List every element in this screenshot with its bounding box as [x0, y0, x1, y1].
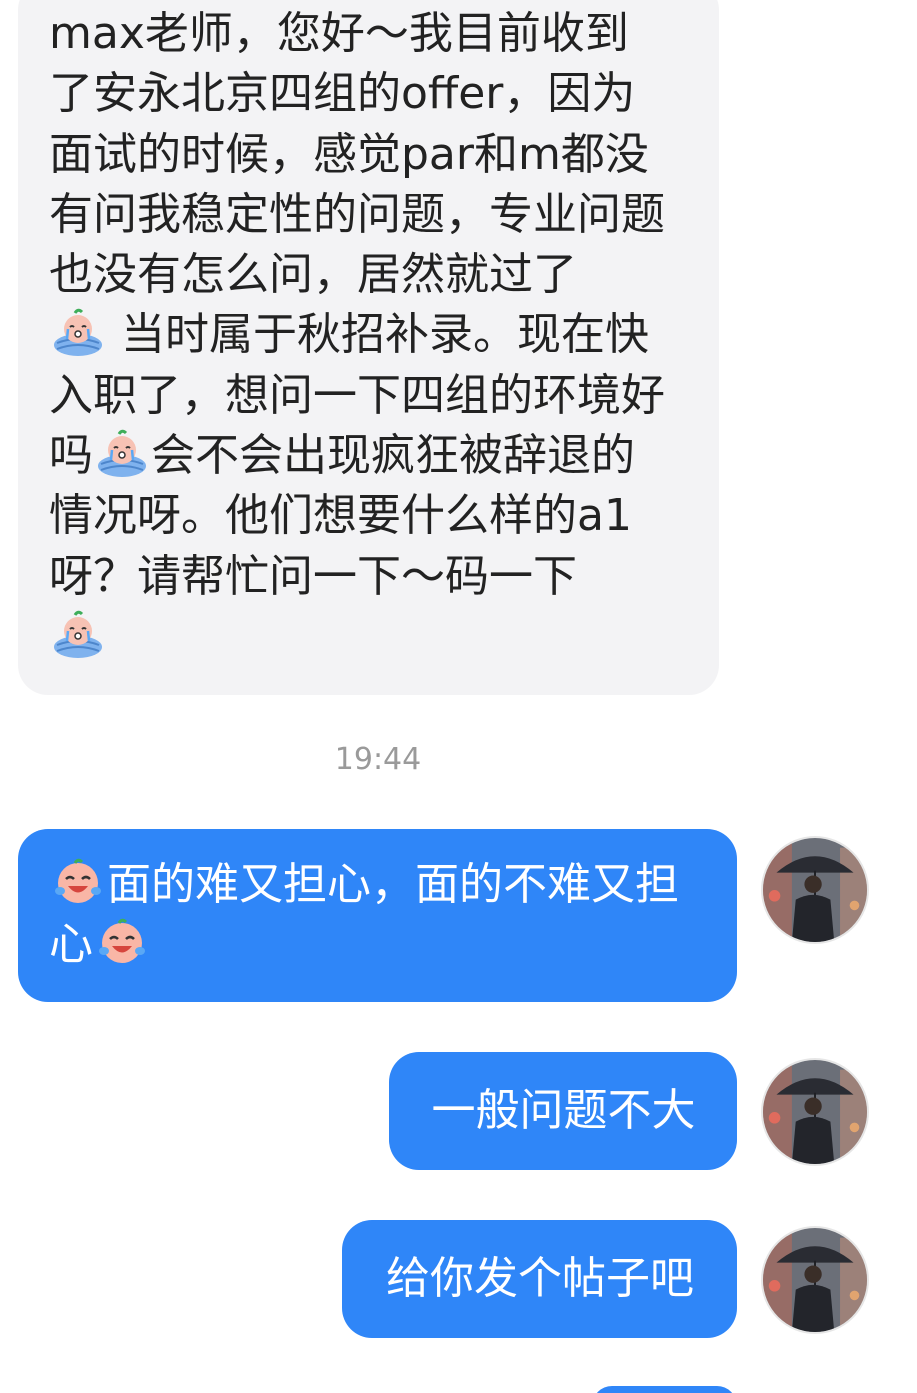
crying-in-bed-emoji-icon [51, 305, 105, 359]
chat-thread: max老师，您好～我目前收到了安永北京四组的offer，因为面试的时候，感觉pa… [0, 0, 917, 1393]
user-avatar[interactable] [761, 1226, 869, 1334]
outgoing-message-text: 给你发个帖子吧 [386, 1253, 694, 1304]
incoming-message-text: max老师，您好～我目前收到了安永北京四组的offer，因为面试的时候，感觉pa… [49, 4, 669, 667]
crying-in-bed-emoji-icon [51, 607, 105, 661]
incoming-message-bubble[interactable]: max老师，您好～我目前收到了安永北京四组的offer，因为面试的时候，感觉pa… [18, 0, 719, 696]
outgoing-message-bubble[interactable]: 面的难又担心，面的不难又担心 [18, 829, 737, 1002]
man-with-umbrella-avatar-icon [763, 838, 867, 942]
message-timestamp: 19:44 [334, 742, 422, 777]
outgoing-message-text: 一般问题不大 [431, 1085, 696, 1136]
outgoing-message-bubble-partial[interactable] [592, 1386, 737, 1393]
user-avatar[interactable] [761, 836, 869, 944]
crying-in-bed-emoji-icon [95, 426, 149, 480]
user-avatar[interactable] [761, 1058, 869, 1166]
outgoing-message-bubble[interactable]: 一般问题不大 [389, 1052, 737, 1170]
incoming-text-part-1: max老师，您好～我目前收到了安永北京四组的offer，因为面试的时候，感觉pa… [49, 8, 665, 301]
man-with-umbrella-avatar-icon [763, 1228, 867, 1332]
outgoing-message-bubble[interactable]: 给你发个帖子吧 [342, 1220, 737, 1338]
laughing-crying-emoji-icon [95, 915, 149, 969]
laughing-crying-emoji-icon [51, 855, 105, 909]
man-with-umbrella-avatar-icon [763, 1060, 867, 1164]
